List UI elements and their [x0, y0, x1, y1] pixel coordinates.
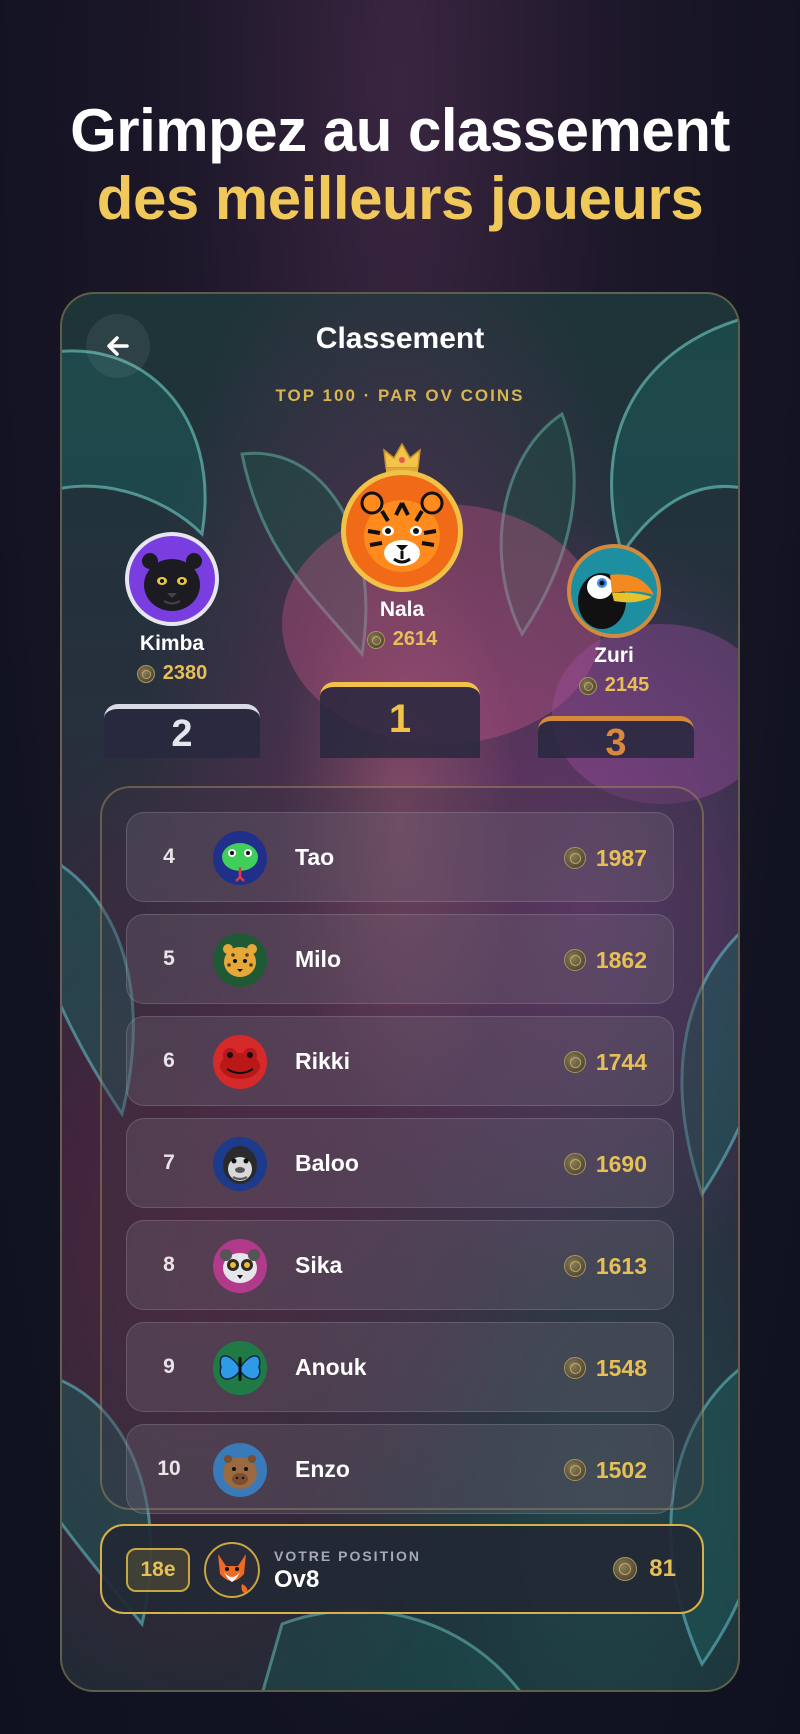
player-score: 1744 [563, 1017, 647, 1107]
fox-avatar [204, 1542, 260, 1598]
rank-number: 10 [157, 1457, 181, 1480]
podium-first-score: 2614 [314, 628, 490, 651]
podium-third-score-value: 2145 [604, 674, 650, 696]
coin-icon [563, 1051, 586, 1073]
player-score-value: 1862 [595, 946, 647, 973]
podium-first-name: Nala [379, 598, 425, 621]
player-score-value: 1690 [595, 1150, 647, 1177]
promo-headline-line2: des meilleurs joueurs [96, 165, 704, 232]
snake-icon [222, 843, 258, 882]
pedestal-third: 3 [538, 716, 694, 764]
podium-second-score-value: 2380 [162, 662, 208, 684]
coin-icon [366, 630, 385, 649]
jaguar-icon [223, 944, 257, 977]
coin-icon [613, 1557, 638, 1581]
player-name: Enzo [295, 1456, 350, 1482]
coin-icon [563, 1357, 586, 1379]
coin-icon [563, 1153, 586, 1175]
rank-number: 7 [163, 1151, 175, 1174]
player-name: Baloo [295, 1150, 359, 1176]
rank-number: 6 [163, 1049, 175, 1072]
podium-third[interactable]: Zuri 2145 [544, 544, 684, 697]
player-score: 1613 [563, 1221, 647, 1311]
screen-title: Classement [315, 322, 485, 355]
my-player-name: Ov8 [274, 1566, 320, 1593]
player-score: 1690 [563, 1119, 647, 1209]
promo-headline-line1: Grimpez au classement [70, 97, 730, 164]
gorilla-icon [223, 1146, 257, 1184]
coin-icon [136, 664, 155, 683]
player-score: 1502 [563, 1425, 647, 1515]
capybara-icon [223, 1455, 257, 1489]
player-score-value: 1502 [595, 1456, 647, 1483]
player-score-value: 1613 [595, 1252, 647, 1279]
player-score: 1987 [563, 813, 647, 903]
list-item[interactable]: 6 Rikki 1744 [126, 1016, 674, 1106]
list-item[interactable]: 7 Baloo 1690 [126, 1118, 674, 1208]
list-item[interactable]: 8 Sika 1613 [126, 1220, 674, 1310]
my-rank-badge: 18e [126, 1548, 190, 1592]
tiger-icon [360, 491, 444, 572]
podium-second-name: Kimba [139, 632, 205, 655]
player-name: Tao [295, 844, 335, 870]
rank-number: 4 [163, 845, 175, 868]
gorilla-avatar [213, 1137, 267, 1191]
player-score-value: 1548 [595, 1354, 647, 1381]
pedestal-second: 2 [104, 704, 260, 758]
podium-first[interactable]: Nala 2614 [314, 470, 490, 651]
player-score: 1548 [563, 1323, 647, 1413]
rank-number: 5 [163, 947, 175, 970]
podium-third-score: 2145 [544, 674, 684, 697]
leaderboard-subtitle: TOP 100 · PAR OV COINS [275, 386, 525, 405]
podium-third-name: Zuri [594, 644, 634, 667]
player-name: Milo [295, 946, 341, 972]
pedestal-first: 1 [320, 682, 480, 758]
my-score-value: 81 [649, 1555, 676, 1582]
lemur-avatar [213, 1239, 267, 1293]
list-item[interactable]: 4 Tao 1987 [126, 812, 674, 902]
my-position-bar[interactable]: 18e VOTRE POSITION Ov8 81 [100, 1524, 704, 1614]
rank-number: 9 [163, 1355, 175, 1378]
podium-second[interactable]: Kimba 2380 [102, 532, 242, 685]
coin-icon [563, 1459, 586, 1481]
list-item[interactable]: 9 Anouk 1548 [126, 1322, 674, 1412]
podium-second-score: 2380 [102, 662, 242, 685]
panther-avatar [125, 532, 219, 626]
frog-avatar [213, 1035, 267, 1089]
capybara-avatar [213, 1443, 267, 1497]
player-name: Anouk [295, 1354, 367, 1380]
fox-icon [218, 1554, 248, 1594]
my-position-label: VOTRE POSITION [274, 1548, 422, 1564]
toucan-avatar [567, 544, 661, 638]
list-item[interactable]: 10 Enzo 1502 [126, 1424, 674, 1514]
frog-icon [220, 1048, 260, 1079]
phone-screen: Classement TOP 100 · PAR OV COINS Nala 2… [60, 292, 740, 1692]
coin-icon [563, 847, 586, 869]
coin-icon [563, 949, 586, 971]
player-score-value: 1744 [595, 1048, 647, 1075]
snake-avatar [213, 831, 267, 885]
toucan-icon [578, 573, 654, 629]
coin-icon [563, 1255, 586, 1277]
tiger-avatar [341, 470, 463, 592]
player-score: 1862 [563, 915, 647, 1005]
list-item[interactable]: 5 Milo 1862 [126, 914, 674, 1004]
player-name: Sika [295, 1252, 343, 1278]
podium-first-score-value: 2614 [392, 628, 438, 650]
butterfly-icon [219, 1355, 261, 1381]
jaguar-avatar [213, 933, 267, 987]
player-score-value: 1987 [595, 844, 647, 871]
panther-icon [142, 553, 202, 611]
player-name: Rikki [295, 1048, 350, 1074]
rank-number: 8 [163, 1253, 175, 1276]
coin-icon [578, 676, 597, 695]
lemur-icon [220, 1249, 260, 1283]
butterfly-avatar [213, 1341, 267, 1395]
ranking-list[interactable]: 4 Tao 1987 5 Milo 1862 6 Rikki 1744 7 Ba… [100, 786, 704, 1514]
my-score: 81 [613, 1526, 676, 1612]
